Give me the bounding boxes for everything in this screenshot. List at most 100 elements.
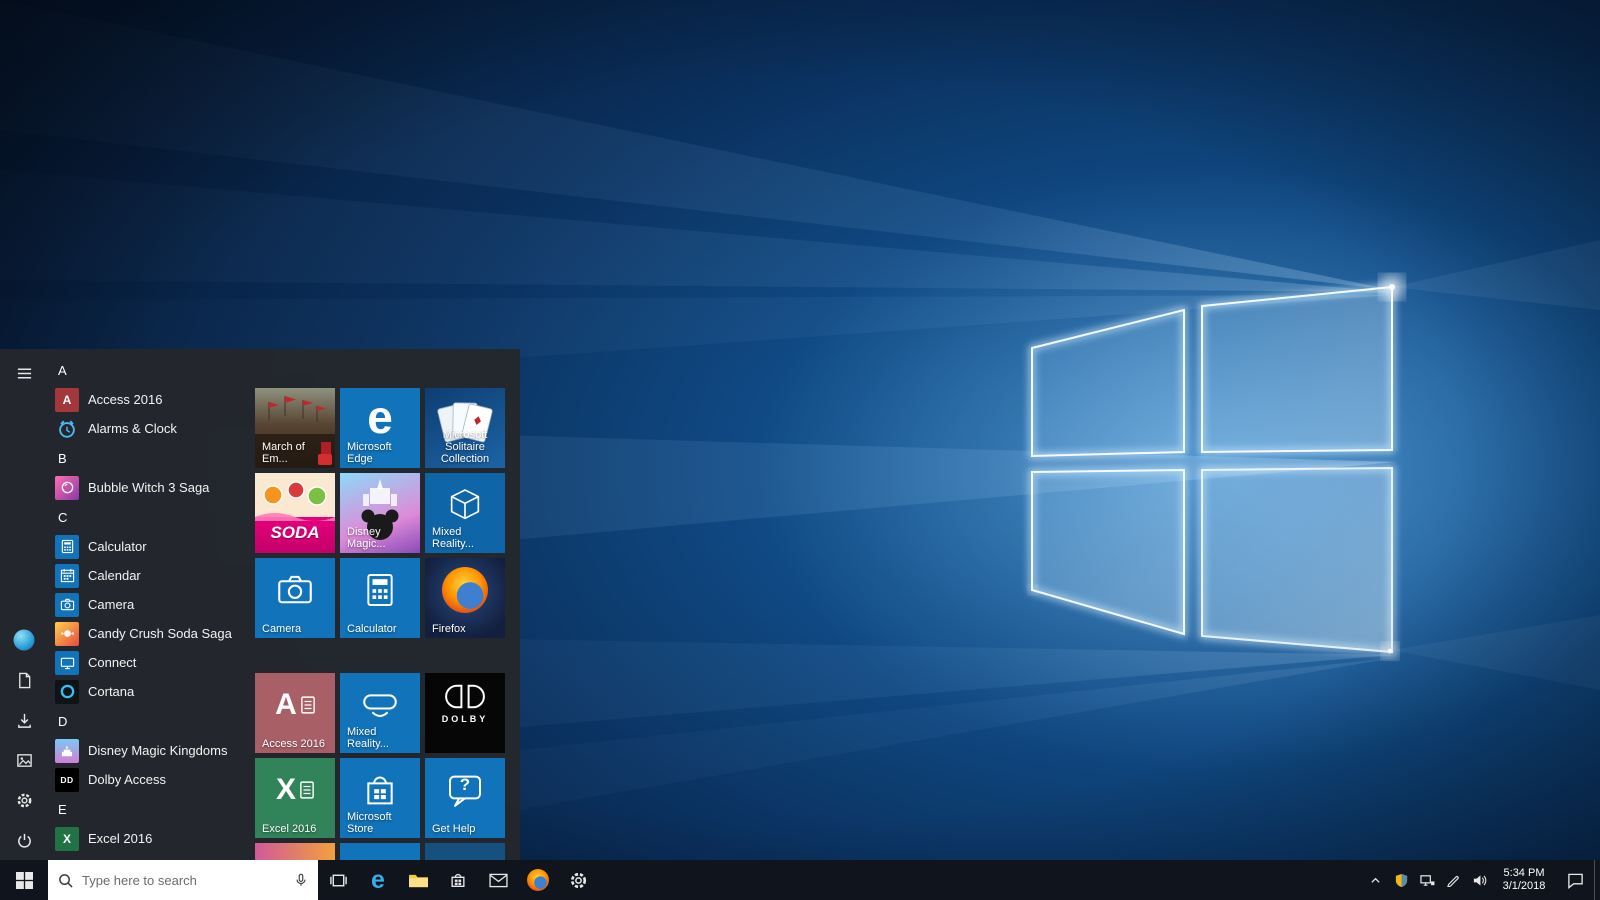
store-icon xyxy=(451,873,465,887)
app-item-alarms-clock[interactable]: Alarms & Clock xyxy=(48,414,254,443)
search-icon xyxy=(59,873,73,888)
taskbar-edge-button[interactable]: e xyxy=(358,860,398,900)
edge-icon: e xyxy=(371,865,385,894)
tile-access-2016[interactable]: A Access 2016 xyxy=(255,673,335,753)
documents-icon xyxy=(18,672,30,688)
tile-calculator[interactable]: Calculator xyxy=(340,558,420,638)
camera-icon xyxy=(55,592,79,617)
tile-firefox[interactable]: Firefox xyxy=(425,558,505,638)
app-item-access-2016[interactable]: A Access 2016 xyxy=(48,385,254,414)
calculator-icon xyxy=(367,574,393,606)
app-item-dolby-access[interactable]: DD Dolby Access xyxy=(48,765,254,794)
disney-castle-icon xyxy=(55,738,79,763)
action-center-icon xyxy=(1567,873,1583,889)
tile-microsoft-edge[interactable]: e Microsoft Edge xyxy=(340,388,420,468)
downloads-icon xyxy=(17,713,31,728)
settings-button[interactable] xyxy=(0,780,48,820)
windows-ink-button[interactable] xyxy=(1440,860,1466,900)
dolby-icon: DD xyxy=(55,767,79,792)
shopping-bag-icon xyxy=(367,776,393,805)
app-item-disney-magic-kingdoms[interactable]: Disney Magic Kingdoms xyxy=(48,736,254,765)
clock-date: 3/1/2018 xyxy=(1502,880,1546,892)
expand-start-menu-button[interactable] xyxy=(0,353,48,393)
calculator-icon xyxy=(55,534,79,559)
section-header-b[interactable]: B xyxy=(48,443,254,473)
section-header-d[interactable]: D xyxy=(48,706,254,736)
tile-candy-crush-soda-saga[interactable]: SODA xyxy=(255,473,335,553)
chevron-up-icon xyxy=(1370,877,1380,883)
task-view-icon xyxy=(329,874,347,886)
bubble-witch-icon xyxy=(55,475,79,500)
soda-wordmark: SODA xyxy=(270,523,320,542)
tile-disney-magic-kingdoms[interactable]: Disney Magic... xyxy=(340,473,420,553)
show-hidden-icons-button[interactable] xyxy=(1362,860,1388,900)
pictures-button[interactable] xyxy=(0,740,48,780)
excel-icon: X xyxy=(55,826,79,851)
start-menu-tiles: March of Em... e Microsoft Edge Microsof… xyxy=(254,349,520,860)
taskbar: Type here to search e 5:34 PM 3/1/2018 xyxy=(0,860,1600,900)
app-item-cortana[interactable]: Cortana xyxy=(48,677,254,706)
documents-button[interactable] xyxy=(0,660,48,700)
tile-microsoft-store[interactable]: Microsoft Store xyxy=(340,758,420,838)
tile-microsoft-solitaire-collection[interactable]: Microsoft Solitaire Collection xyxy=(425,388,505,468)
app-item-connect[interactable]: Connect xyxy=(48,648,254,677)
hamburger-icon xyxy=(17,367,31,379)
windows-start-icon xyxy=(15,871,33,889)
show-desktop-button[interactable] xyxy=(1594,860,1600,900)
tile-mixed-reality-viewer[interactable]: Mixed Reality... xyxy=(425,473,505,553)
downloads-button[interactable] xyxy=(0,700,48,740)
app-item-candy-crush[interactable]: Candy Crush Soda Saga xyxy=(48,619,254,648)
cortana-icon xyxy=(55,679,79,704)
task-view-button[interactable] xyxy=(318,860,358,900)
microphone-icon[interactable] xyxy=(294,873,308,887)
app-item-calendar[interactable]: Calendar xyxy=(48,561,254,590)
alarm-clock-icon xyxy=(55,417,79,441)
user-account-button[interactable] xyxy=(0,620,48,660)
taskbar-store-button[interactable] xyxy=(438,860,478,900)
tile-mixed-reality-portal[interactable]: Mixed Reality... xyxy=(340,673,420,753)
start-menu-rail xyxy=(0,349,48,860)
taskbar-settings-button[interactable] xyxy=(558,860,598,900)
start-button[interactable] xyxy=(0,860,48,900)
mail-icon xyxy=(488,873,508,887)
tile-get-help[interactable]: ? Get Help xyxy=(425,758,505,838)
network-icon xyxy=(1419,874,1434,886)
pictures-icon xyxy=(16,753,32,767)
vr-goggles-icon xyxy=(363,694,397,717)
start-menu: A A Access 2016 Alarms & Clock B Bubble … xyxy=(0,349,520,860)
excel-icon: X xyxy=(276,775,314,805)
section-header-c[interactable]: C xyxy=(48,502,254,532)
network-status-button[interactable] xyxy=(1414,860,1440,900)
taskbar-firefox-button[interactable] xyxy=(518,860,558,900)
app-item-calculator[interactable]: Calculator xyxy=(48,532,254,561)
cube-icon xyxy=(450,489,480,520)
power-button[interactable] xyxy=(0,820,48,860)
question-mark-glyph: ? xyxy=(459,775,471,794)
candy-crush-icon xyxy=(55,621,79,646)
section-header-a[interactable]: A xyxy=(48,355,254,385)
taskbar-search-box[interactable]: Type here to search xyxy=(48,860,318,900)
tile-dolby-access[interactable]: DOLBY xyxy=(425,673,505,753)
section-header-e[interactable]: E xyxy=(48,794,254,824)
taskbar-clock[interactable]: 5:34 PM 3/1/2018 xyxy=(1492,860,1556,900)
app-item-bubble-witch[interactable]: Bubble Witch 3 Saga xyxy=(48,473,254,502)
app-item-camera[interactable]: Camera xyxy=(48,590,254,619)
system-tray: 5:34 PM 3/1/2018 xyxy=(1362,860,1600,900)
start-menu-app-list: A A Access 2016 Alarms & Clock B Bubble … xyxy=(48,349,254,860)
taskbar-mail-button[interactable] xyxy=(478,860,518,900)
tile-partial-3[interactable] xyxy=(425,843,505,860)
action-center-button[interactable] xyxy=(1556,860,1594,900)
tile-excel-2016[interactable]: X Excel 2016 xyxy=(255,758,335,838)
taskbar-file-explorer-button[interactable] xyxy=(398,860,438,900)
tile-partial-2[interactable] xyxy=(340,843,420,860)
volume-button[interactable] xyxy=(1466,860,1492,900)
tile-partial-1[interactable] xyxy=(255,843,335,860)
power-icon xyxy=(17,833,31,848)
app-item-excel-2016[interactable]: X Excel 2016 xyxy=(48,824,254,853)
settings-gear-icon xyxy=(17,793,31,807)
tile-camera[interactable]: Camera xyxy=(255,558,335,638)
tile-march-of-empires[interactable]: March of Em... xyxy=(255,388,335,468)
defender-status-button[interactable] xyxy=(1388,860,1414,900)
calendar-icon xyxy=(55,563,79,588)
volume-icon xyxy=(1473,874,1486,886)
